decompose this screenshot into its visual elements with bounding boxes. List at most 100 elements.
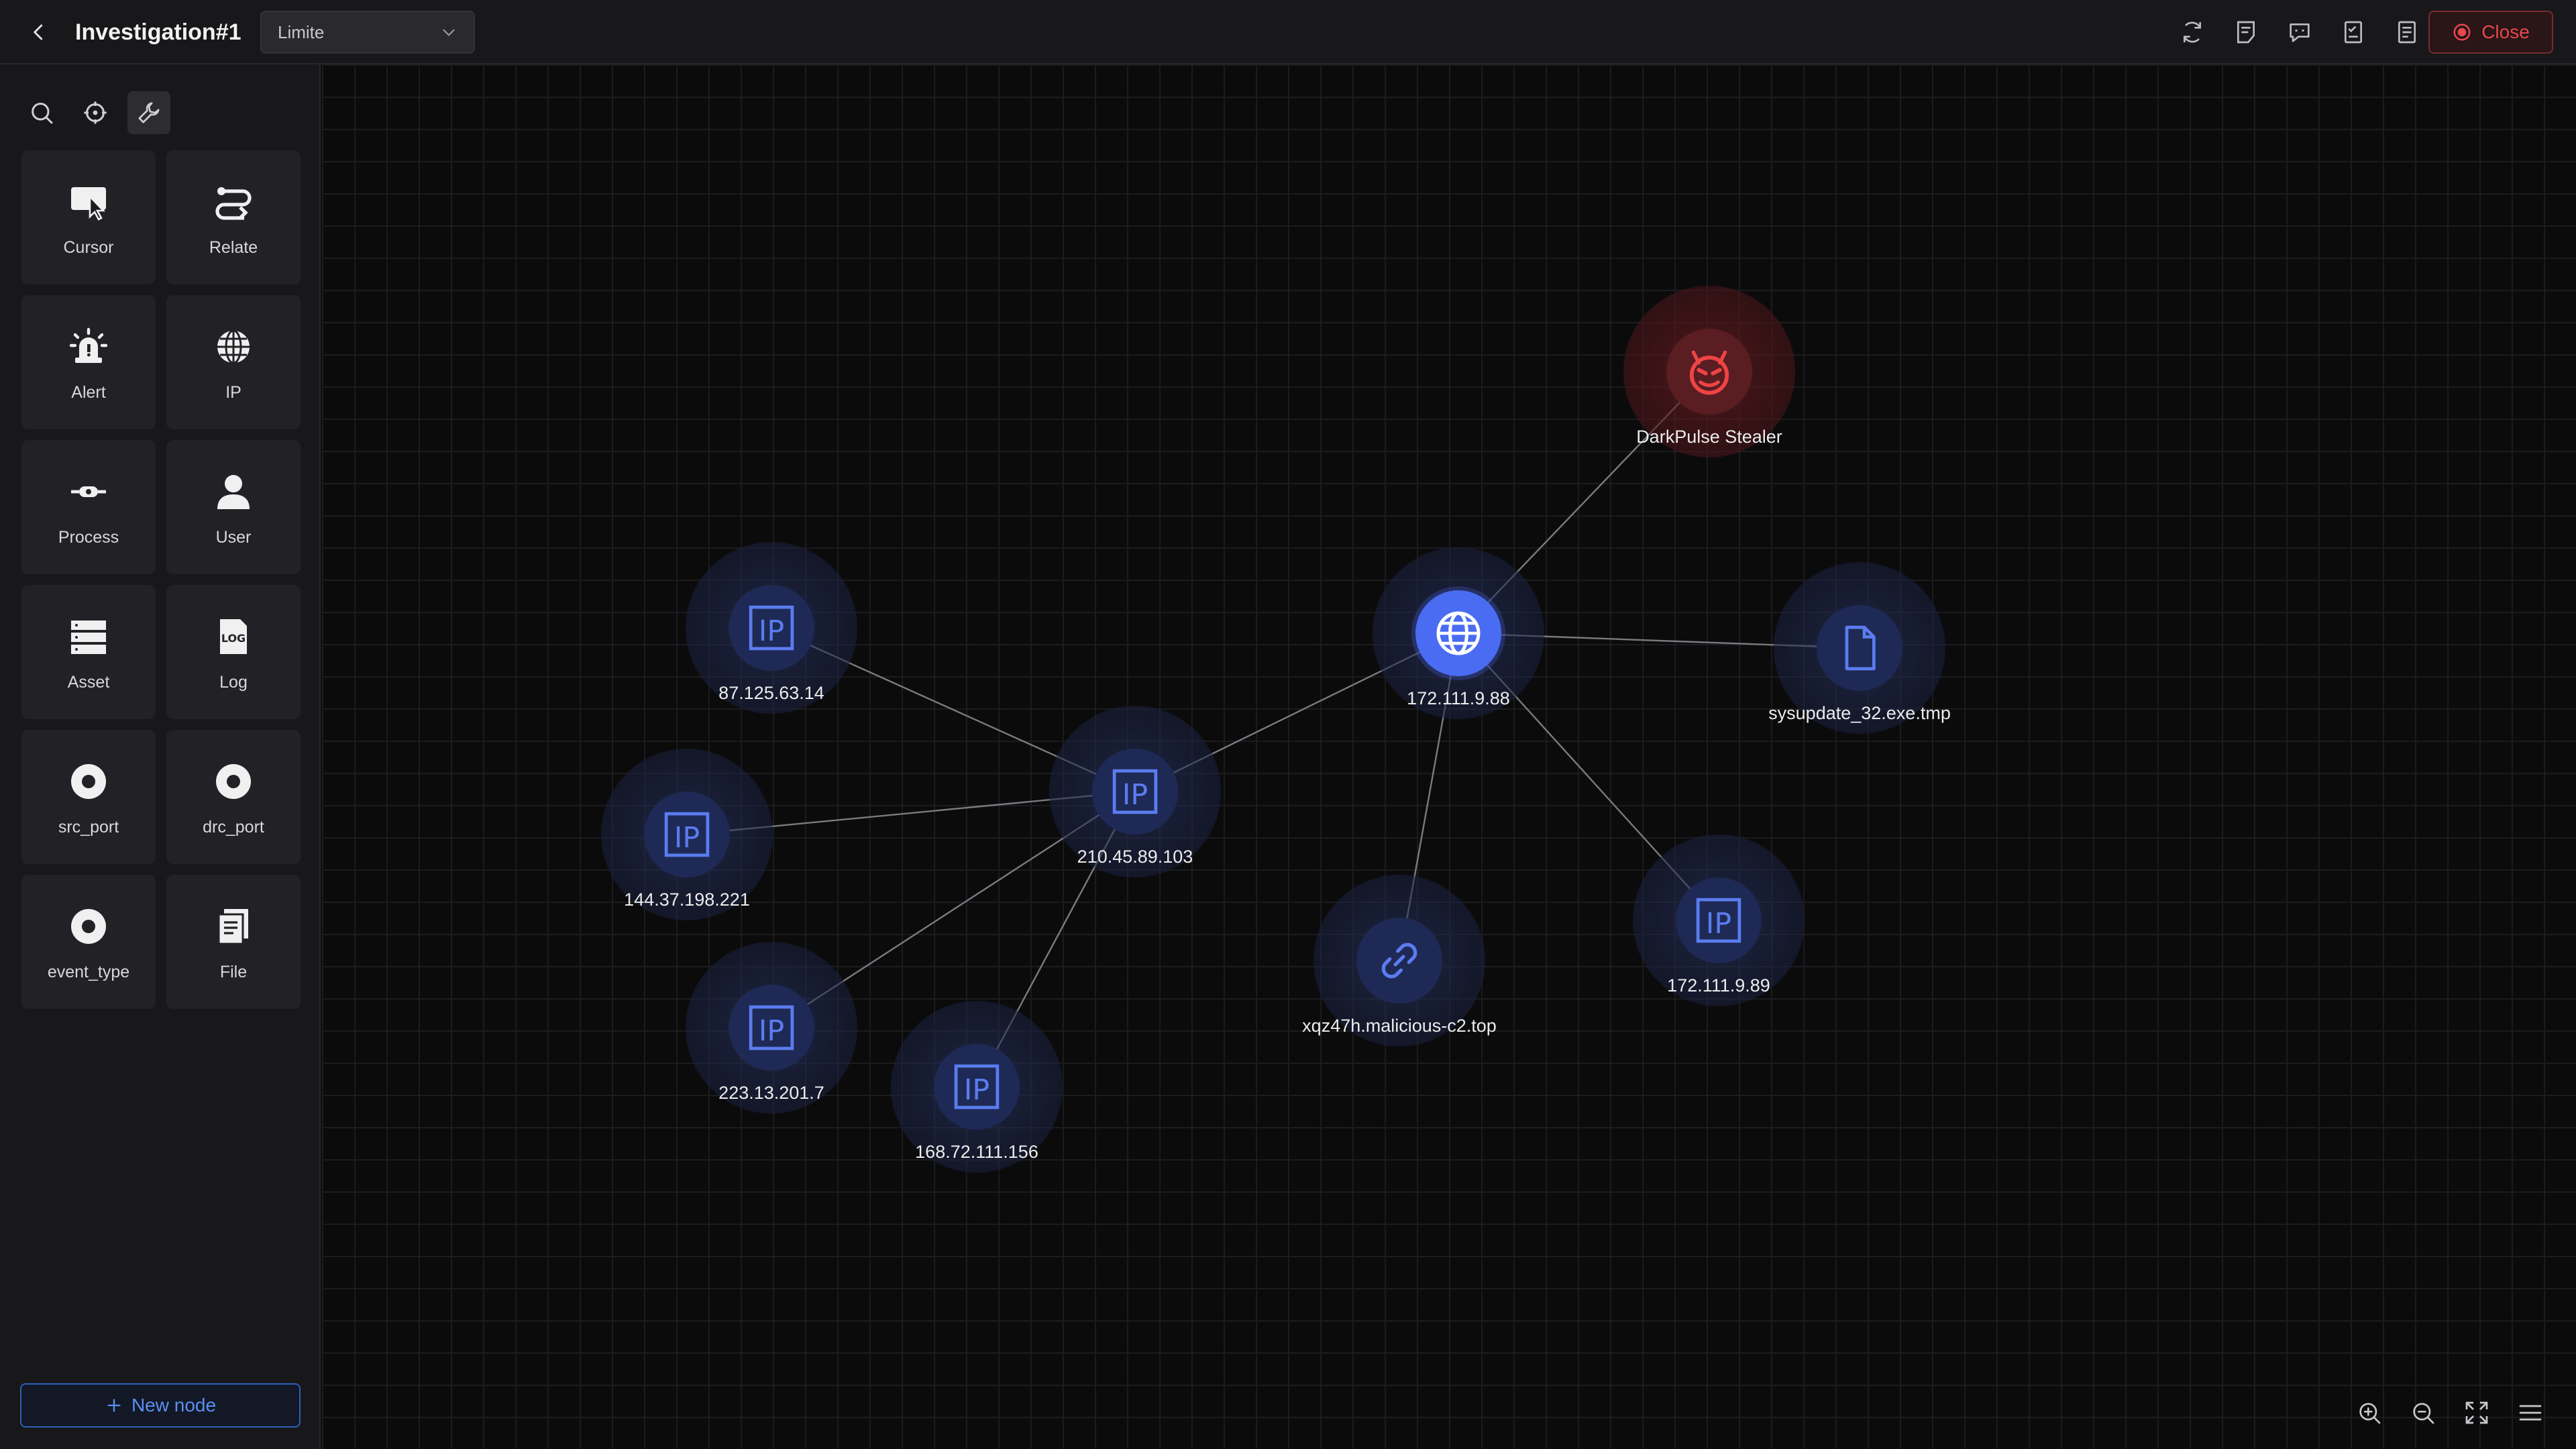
comment-icon <box>2290 23 2310 42</box>
tab-tools[interactable] <box>127 91 170 134</box>
ip-icon: IP <box>1112 769 1158 814</box>
report-button[interactable] <box>2391 16 2423 48</box>
node-label: 172.111.9.89 <box>1667 975 1770 996</box>
tool-label: Asset <box>67 672 110 692</box>
node-label: 144.37.198.221 <box>624 890 750 910</box>
tool-label: Relate <box>209 237 258 257</box>
mode-select[interactable]: Limite <box>260 11 475 54</box>
tool-event-type[interactable]: event_type <box>21 875 156 1009</box>
port-icon <box>71 763 106 799</box>
tool-label: Process <box>58 527 119 547</box>
tool-process[interactable]: Process <box>21 440 156 574</box>
relate-icon <box>215 186 252 220</box>
svg-text:IP: IP <box>759 614 784 648</box>
chevron-left-icon <box>34 24 43 40</box>
target-icon <box>84 101 107 124</box>
menu-button[interactable] <box>2514 1397 2546 1429</box>
tool-alert[interactable]: Alert <box>21 295 156 429</box>
new-node-button[interactable]: New node <box>20 1383 301 1428</box>
notes-icon <box>2237 21 2255 44</box>
canvas-controls <box>2353 1397 2546 1429</box>
globe-icon <box>1436 611 1481 655</box>
globe-icon <box>217 329 250 364</box>
close-button[interactable]: Close <box>2428 11 2553 54</box>
investigation-title: Investigation#1 <box>75 19 241 45</box>
svg-text:IP: IP <box>1706 907 1731 941</box>
sidebar-tabs <box>20 91 170 134</box>
node-label: 168.72.111.156 <box>915 1142 1038 1162</box>
tool-label: User <box>215 527 252 547</box>
node-label: sysupdate_32.exe.tmp <box>1768 703 1951 723</box>
top-bar: Investigation#1 Limite Close <box>0 0 2576 64</box>
ip-icon: IP <box>1696 898 1741 943</box>
tool-palette: Cursor Relate Alert IP Process User Asse… <box>21 150 301 1009</box>
ip-icon: IP <box>749 1005 794 1051</box>
tab-search[interactable] <box>20 91 63 134</box>
record-stop-icon <box>2453 23 2471 41</box>
tool-asset[interactable]: Asset <box>21 585 156 719</box>
tool-ip[interactable]: IP <box>166 295 301 429</box>
tool-drc-port[interactable]: drc_port <box>166 730 301 864</box>
node-label: 87.125.63.14 <box>718 683 824 703</box>
ip-icon: IP <box>664 812 710 857</box>
port-icon <box>71 908 106 944</box>
comment-button[interactable] <box>2284 16 2316 48</box>
link-icon <box>1381 943 1417 979</box>
tool-label: Alert <box>71 382 106 402</box>
tool-log[interactable]: LOG Log <box>166 585 301 719</box>
new-node-label: New node <box>131 1395 217 1415</box>
checklist-button[interactable] <box>2337 16 2369 48</box>
file-icon <box>217 908 248 945</box>
tool-file[interactable]: File <box>166 875 301 1009</box>
alert-icon <box>69 327 108 363</box>
graph-canvas[interactable]: DarkPulse Stealer 172.111.9.88 sysupdate… <box>322 64 2576 1449</box>
port-icon <box>216 763 251 799</box>
svg-text:IP: IP <box>759 1014 784 1048</box>
svg-text:LOG: LOG <box>221 632 246 645</box>
tool-label: Cursor <box>63 237 114 257</box>
search-icon <box>32 103 53 124</box>
tab-target[interactable] <box>74 91 117 134</box>
zoom-in-icon <box>2359 1403 2381 1424</box>
notes-button[interactable] <box>2230 16 2262 48</box>
node-label: DarkPulse Stealer <box>1636 427 1782 447</box>
ip-icon: IP <box>749 605 794 651</box>
node-label: xqz47h.malicious-c2.top <box>1302 1016 1497 1036</box>
zoom-in-button[interactable] <box>2353 1397 2385 1429</box>
tool-label: Log <box>219 672 248 692</box>
process-icon <box>71 486 106 497</box>
chevron-down-icon <box>443 29 455 36</box>
node-label: 172.111.9.88 <box>1407 688 1510 708</box>
tool-relate[interactable]: Relate <box>166 150 301 284</box>
fit-screen-button[interactable] <box>2461 1397 2493 1429</box>
devil-icon <box>1689 350 1729 395</box>
zoom-out-button[interactable] <box>2407 1397 2439 1429</box>
menu-icon <box>2519 1405 2542 1421</box>
report-icon <box>2398 21 2416 44</box>
zoom-out-icon <box>2413 1403 2434 1424</box>
tool-src-port[interactable]: src_port <box>21 730 156 864</box>
mode-select-value: Limite <box>278 21 325 42</box>
fit-screen-icon <box>2465 1401 2488 1424</box>
checklist-icon <box>2345 21 2362 44</box>
top-toolbar <box>2176 16 2423 48</box>
tool-label: File <box>219 962 248 981</box>
tools-sidebar: Cursor Relate Alert IP Process User Asse… <box>0 64 321 1449</box>
refresh-icon <box>2184 21 2201 43</box>
refresh-button[interactable] <box>2176 16 2208 48</box>
close-button-label: Close <box>2481 21 2530 42</box>
file-icon <box>1845 625 1876 671</box>
svg-text:IP: IP <box>674 821 700 855</box>
node-label: 210.45.89.103 <box>1077 847 1193 867</box>
asset-icon <box>71 620 106 654</box>
wrench-icon <box>138 102 160 123</box>
svg-text:IP: IP <box>1122 778 1148 812</box>
log-icon: LOG <box>220 619 247 654</box>
tool-cursor[interactable]: Cursor <box>21 150 156 284</box>
back-button[interactable] <box>23 16 55 48</box>
tool-label: drc_port <box>203 817 264 837</box>
user-icon <box>217 474 250 509</box>
cursor-icon <box>71 186 106 221</box>
tool-label: src_port <box>58 817 119 837</box>
tool-user[interactable]: User <box>166 440 301 574</box>
